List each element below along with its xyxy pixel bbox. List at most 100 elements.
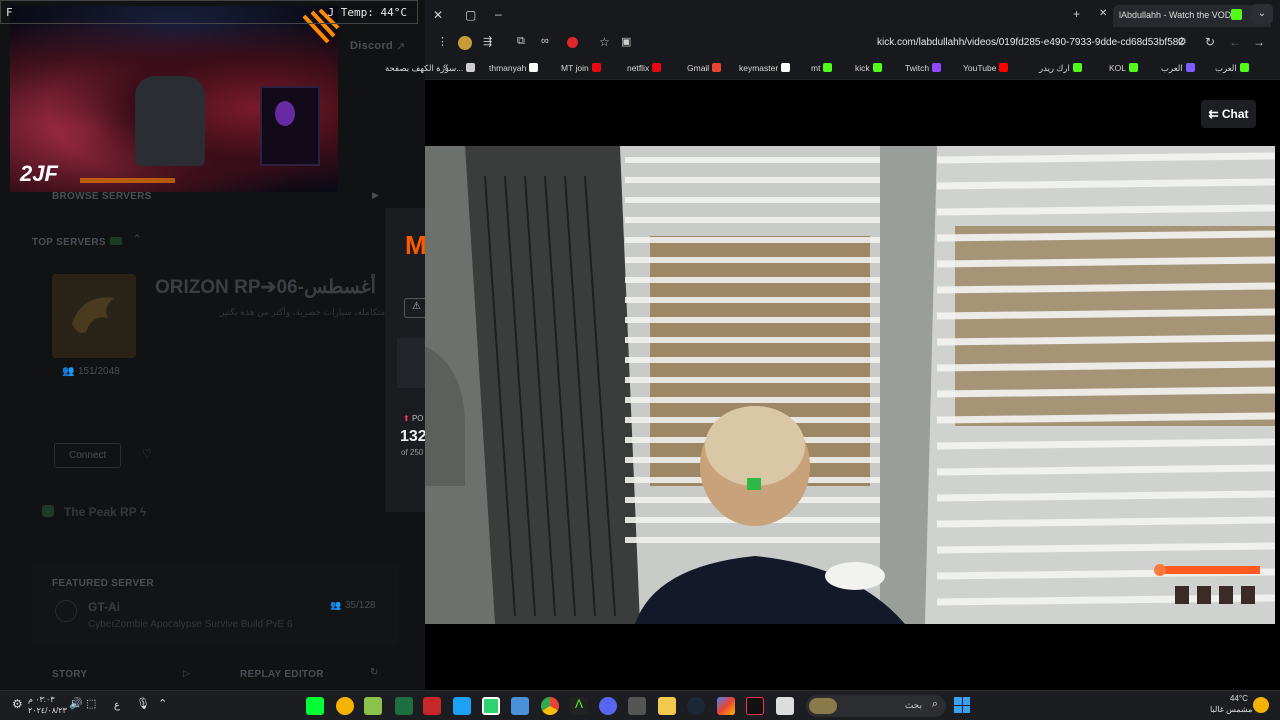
- bookmark-favicon-icon: [781, 63, 791, 72]
- new-tab-icon[interactable]: +: [1073, 7, 1080, 21]
- app-yellow-icon[interactable]: [336, 697, 354, 715]
- steam-icon[interactable]: [687, 697, 705, 715]
- copilot-icon[interactable]: [717, 697, 735, 715]
- server-name[interactable]: ORIZON RP➔أغسطس-06: [155, 276, 376, 299]
- tab-title: lAbdullahh - Watch the VOD: [1119, 10, 1232, 20]
- discord-link[interactable]: Discord: [350, 40, 393, 52]
- maximize-icon[interactable]: ▢: [465, 8, 476, 22]
- excel-icon[interactable]: [395, 697, 413, 715]
- reload-icon[interactable]: ↻: [1205, 35, 1215, 49]
- modal-logo: M: [405, 230, 427, 260]
- site-settings-icon[interactable]: ⚙: [1177, 35, 1187, 48]
- discord-icon[interactable]: [599, 697, 617, 715]
- bookmark-item[interactable]: Twitch: [905, 63, 942, 73]
- story-button[interactable]: STORY: [52, 669, 87, 680]
- chrome-icon[interactable]: [541, 697, 559, 715]
- back-icon[interactable]: →: [1253, 35, 1265, 49]
- bookmark-label: mt: [811, 63, 821, 73]
- top-servers-badge: [110, 237, 122, 245]
- bookmark-item[interactable]: Gmail: [687, 63, 722, 73]
- bookmark-item[interactable]: ارك ريدر: [1039, 63, 1082, 74]
- app-pen-icon[interactable]: [364, 697, 382, 715]
- microphone-icon[interactable]: 🎙: [136, 697, 150, 710]
- downloads-icon[interactable]: ⇶: [483, 35, 492, 48]
- connect-button[interactable]: Connect: [54, 443, 122, 468]
- weather-description[interactable]: مشمس غالبا: [1210, 705, 1252, 714]
- kick-app-icon[interactable]: [482, 697, 500, 715]
- search-icon: ⌕: [931, 698, 938, 710]
- close-tab-icon[interactable]: ✕: [1099, 8, 1107, 19]
- twitter-icon[interactable]: [453, 697, 471, 715]
- ext-glasses-icon[interactable]: ∞: [541, 35, 549, 47]
- extensions-icon[interactable]: ⧉: [517, 35, 525, 48]
- volume-icon[interactable]: 🔊: [69, 697, 83, 710]
- bookmark-favicon-icon: [712, 63, 722, 72]
- file-explorer-icon[interactable]: [658, 697, 676, 715]
- bookmark-item[interactable]: YouTube: [963, 63, 1009, 73]
- collapse-icon[interactable]: ⌃: [133, 234, 141, 245]
- weather-temp[interactable]: 44°C: [1230, 694, 1248, 703]
- bookmark-item[interactable]: kick: [855, 63, 882, 73]
- favorite-heart-icon[interactable]: ♡: [142, 447, 152, 460]
- store-icon[interactable]: [628, 697, 646, 715]
- tiktok-icon[interactable]: [746, 697, 764, 715]
- start-windows-icon[interactable]: [954, 697, 970, 713]
- kick-favicon: [1231, 9, 1242, 20]
- bookmark-label: العرب: [1215, 63, 1237, 73]
- bookmark-item[interactable]: netflix: [627, 63, 662, 73]
- profile-avatar[interactable]: [458, 36, 472, 50]
- featured-card[interactable]: [32, 565, 398, 645]
- pc-light: [275, 101, 295, 126]
- featured-server-name[interactable]: GT-Ai: [88, 600, 120, 614]
- taskview-icon[interactable]: [776, 697, 794, 715]
- forward-icon[interactable]: ←: [1229, 35, 1241, 49]
- photos-icon[interactable]: [511, 697, 529, 715]
- url-field[interactable]: kick.com/labdullahh/videos/019fd285-e490…: [877, 37, 1184, 48]
- ext-red-icon[interactable]: [567, 37, 578, 48]
- bookmark-label: keymaster: [739, 63, 779, 73]
- cast-icon[interactable]: ▣: [621, 35, 631, 48]
- app-r-icon[interactable]: [423, 697, 441, 715]
- minimize-icon[interactable]: –: [495, 7, 502, 21]
- tab-active[interactable]: lAbdullahh - Watch the VOD: [1113, 5, 1271, 27]
- bookmark-label: Gmail: [687, 63, 710, 73]
- players-icon: 👥: [62, 366, 75, 377]
- browse-servers-label[interactable]: BROWSE SERVERS: [52, 191, 152, 202]
- warning-icon: ⚠: [412, 301, 421, 312]
- network-icon[interactable]: ⬚: [86, 697, 96, 710]
- settings-gear-icon[interactable]: ⚙: [12, 697, 23, 711]
- search-highlight-image: [809, 698, 837, 714]
- bookmark-item[interactable]: العرب: [1161, 63, 1195, 74]
- modal-po-label: PO: [411, 414, 424, 423]
- chat-toggle-button[interactable]: ⇇ Chat: [1201, 100, 1256, 128]
- bookmark-favicon-icon: [1072, 63, 1082, 72]
- bookmark-item[interactable]: MT join: [561, 63, 601, 73]
- clock-date[interactable]: ٢٠٢٤/٠٨/٢٣: [28, 706, 67, 715]
- menu-icon[interactable]: ⋮: [437, 35, 448, 48]
- bookmark-item[interactable]: سورة الكهف بصفحة...: [385, 63, 476, 74]
- bookmark-item[interactable]: mt: [811, 63, 833, 73]
- bookmark-item[interactable]: KOL: [1109, 63, 1139, 73]
- bookmark-item[interactable]: keymaster: [739, 63, 791, 73]
- second-server-name[interactable]: The Peak RP ϟ: [64, 505, 146, 519]
- taskbar: ⚙ ٠٣:٠٣ م ٢٠٢٤/٠٨/٢٣ 🔊 ⬚ ع 🎙 ⌃ Λ بحث ⌕ 4…: [0, 690, 1280, 720]
- bookmark-item[interactable]: العرب: [1215, 63, 1249, 74]
- bookmark-favicon-icon: [1185, 63, 1195, 72]
- bookmarks-bar: « العرب العرب KOL ارك ريدر YouTube Twitch kick…: [385, 56, 1280, 80]
- media-app-icon[interactable]: [306, 697, 324, 715]
- language-indicator[interactable]: ع: [114, 700, 120, 711]
- external-link-icon: ↗: [396, 41, 406, 53]
- bookmark-favicon-icon: [529, 63, 539, 72]
- search-box[interactable]: بحث ⌕: [806, 695, 946, 717]
- social-bar: [80, 178, 175, 183]
- video-player[interactable]: [425, 146, 1275, 624]
- show-hidden-icons[interactable]: ⌃: [158, 697, 167, 710]
- replay-editor-button[interactable]: REPLAY EDITOR: [240, 669, 324, 680]
- clock-time[interactable]: ٠٣:٠٣ م: [28, 695, 55, 704]
- tab-list-icon[interactable]: ⌄: [1251, 4, 1273, 24]
- bookmark-item[interactable]: thmanyah: [489, 63, 539, 73]
- nvidia-icon[interactable]: Λ: [570, 697, 588, 715]
- close-window-icon[interactable]: ✕: [433, 8, 443, 22]
- bookmark-star-icon[interactable]: ☆: [599, 35, 610, 49]
- weather-sun-icon: [1253, 697, 1269, 713]
